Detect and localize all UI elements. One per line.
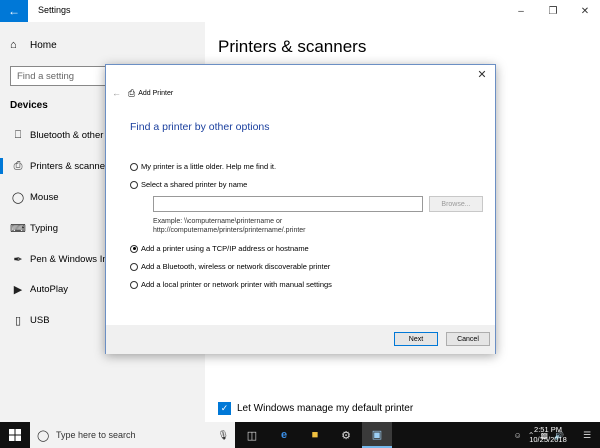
radio-button[interactable] xyxy=(130,262,138,271)
task-view-button[interactable]: ◫ xyxy=(237,422,267,448)
pen-icon: ✒ xyxy=(13,253,23,266)
section-heading: Devices xyxy=(10,100,48,111)
gear-icon: ⚙ xyxy=(341,429,351,442)
folder-icon: ■ xyxy=(311,429,319,441)
keyboard-icon: ⌨ xyxy=(10,222,26,235)
windows-logo-icon xyxy=(9,429,21,441)
title-bar: ← Settings – ❐ ✕ xyxy=(0,0,600,22)
arrow-left-icon: ← xyxy=(8,4,20,18)
clock-date: 10/25/2018 xyxy=(529,435,567,444)
option-label: Select a shared printer by name xyxy=(141,180,248,189)
browse-button[interactable]: Browse... xyxy=(429,196,483,212)
dialog-close-button[interactable]: ✕ xyxy=(475,68,489,82)
microphone-icon[interactable]: 🎙 xyxy=(218,430,229,441)
people-icon[interactable]: ☺ xyxy=(514,431,522,440)
radio-button[interactable] xyxy=(130,180,138,189)
clock[interactable]: 2:51 PM 10/25/2018 xyxy=(524,425,572,445)
cancel-button[interactable]: Cancel xyxy=(446,332,490,346)
arrow-left-icon: ← xyxy=(112,88,121,98)
file-explorer-button[interactable]: ■ xyxy=(300,422,330,448)
maximize-button[interactable]: ❐ xyxy=(538,3,568,19)
close-icon: ✕ xyxy=(580,5,590,17)
control-panel-taskbar-button[interactable]: ▣ xyxy=(362,422,392,448)
sidebar-item-label: AutoPlay xyxy=(30,283,69,295)
radio-button[interactable] xyxy=(130,280,138,289)
shared-printer-name-input[interactable] xyxy=(153,196,423,212)
minimize-icon: – xyxy=(518,5,524,17)
bluetooth-icon: ⎕ xyxy=(14,128,22,141)
close-button[interactable]: ✕ xyxy=(570,3,600,19)
printer-icon: ⎙ xyxy=(13,159,23,172)
control-panel-icon: ▣ xyxy=(371,428,383,441)
maximize-icon: ❐ xyxy=(548,5,558,17)
dialog-heading: Find a printer by other options xyxy=(130,121,270,133)
sidebar-item-home[interactable]: ⌂ Home xyxy=(10,39,57,51)
default-printer-label: Let Windows manage my default printer xyxy=(237,403,414,414)
dialog-title: ⎙ Add Printer xyxy=(128,88,173,99)
back-button[interactable]: ← xyxy=(0,0,28,22)
home-label: Home xyxy=(30,39,57,51)
home-icon: ⌂ xyxy=(10,39,17,51)
sidebar-item-label: USB xyxy=(30,314,50,326)
minimize-button[interactable]: – xyxy=(506,3,536,19)
taskbar-search-placeholder: Type here to search xyxy=(56,430,136,440)
option-label: Add a local printer or network printer w… xyxy=(141,280,332,289)
mouse-icon: ◯ xyxy=(11,191,25,204)
action-center-button[interactable]: ☰ xyxy=(578,422,596,448)
radio-button[interactable] xyxy=(130,162,138,171)
option-bluetooth-wireless[interactable]: Add a Bluetooth, wireless or network dis… xyxy=(130,262,330,271)
option-label: My printer is a little older. Help me fi… xyxy=(141,162,277,171)
dialog-footer: Next Cancel xyxy=(106,325,495,354)
close-icon: ✕ xyxy=(477,69,487,81)
cortana-icon: ◯ xyxy=(37,429,50,442)
edge-icon: e xyxy=(280,429,288,441)
sidebar-item-label: Typing xyxy=(30,222,58,234)
dialog-back-button[interactable]: ← xyxy=(112,88,121,98)
next-button[interactable]: Next xyxy=(394,332,438,346)
option-label: Add a Bluetooth, wireless or network dis… xyxy=(141,262,331,271)
sidebar-item-label: Pen & Windows Ink xyxy=(30,253,113,265)
taskbar: ◯ Type here to search 🎙 ◫ e ■ ⚙ ▣ ☺ ⌃ ▩ … xyxy=(0,422,600,448)
option-local-manual[interactable]: Add a local printer or network printer w… xyxy=(130,280,332,289)
radio-button-selected[interactable] xyxy=(130,244,138,253)
notification-icon: ☰ xyxy=(582,429,592,440)
add-printer-dialog: ✕ ← ⎙ Add Printer Find a printer by othe… xyxy=(105,64,496,354)
usb-icon: ▯ xyxy=(14,314,22,327)
option-older-printer[interactable]: My printer is a little older. Help me fi… xyxy=(130,162,276,171)
autoplay-icon: ▶ xyxy=(13,283,23,296)
option-label: Add a printer using a TCP/IP address or … xyxy=(141,244,309,253)
page-title: Printers & scanners xyxy=(218,37,367,56)
sidebar-item-label: Printers & scanners xyxy=(30,160,113,172)
edge-button[interactable]: e xyxy=(269,422,299,448)
default-printer-checkbox[interactable]: ✓ Let Windows manage my default printer xyxy=(218,402,413,415)
printer-icon: ⎙ xyxy=(128,88,136,98)
example-text: Example: \\computername\printername or h… xyxy=(153,218,306,234)
start-button[interactable] xyxy=(0,422,30,448)
task-view-icon: ◫ xyxy=(246,429,258,442)
option-tcpip[interactable]: Add a printer using a TCP/IP address or … xyxy=(130,244,309,253)
dialog-title-text: Add Printer xyxy=(138,90,174,97)
checkmark-icon: ✓ xyxy=(218,402,231,415)
sidebar-item-label: Mouse xyxy=(30,191,59,203)
option-shared-printer[interactable]: Select a shared printer by name xyxy=(130,180,247,189)
settings-taskbar-button[interactable]: ⚙ xyxy=(331,422,361,448)
taskbar-search[interactable]: ◯ Type here to search 🎙 xyxy=(30,422,235,448)
app-title: Settings xyxy=(38,5,71,15)
clock-time: 2:51 PM xyxy=(534,425,562,434)
